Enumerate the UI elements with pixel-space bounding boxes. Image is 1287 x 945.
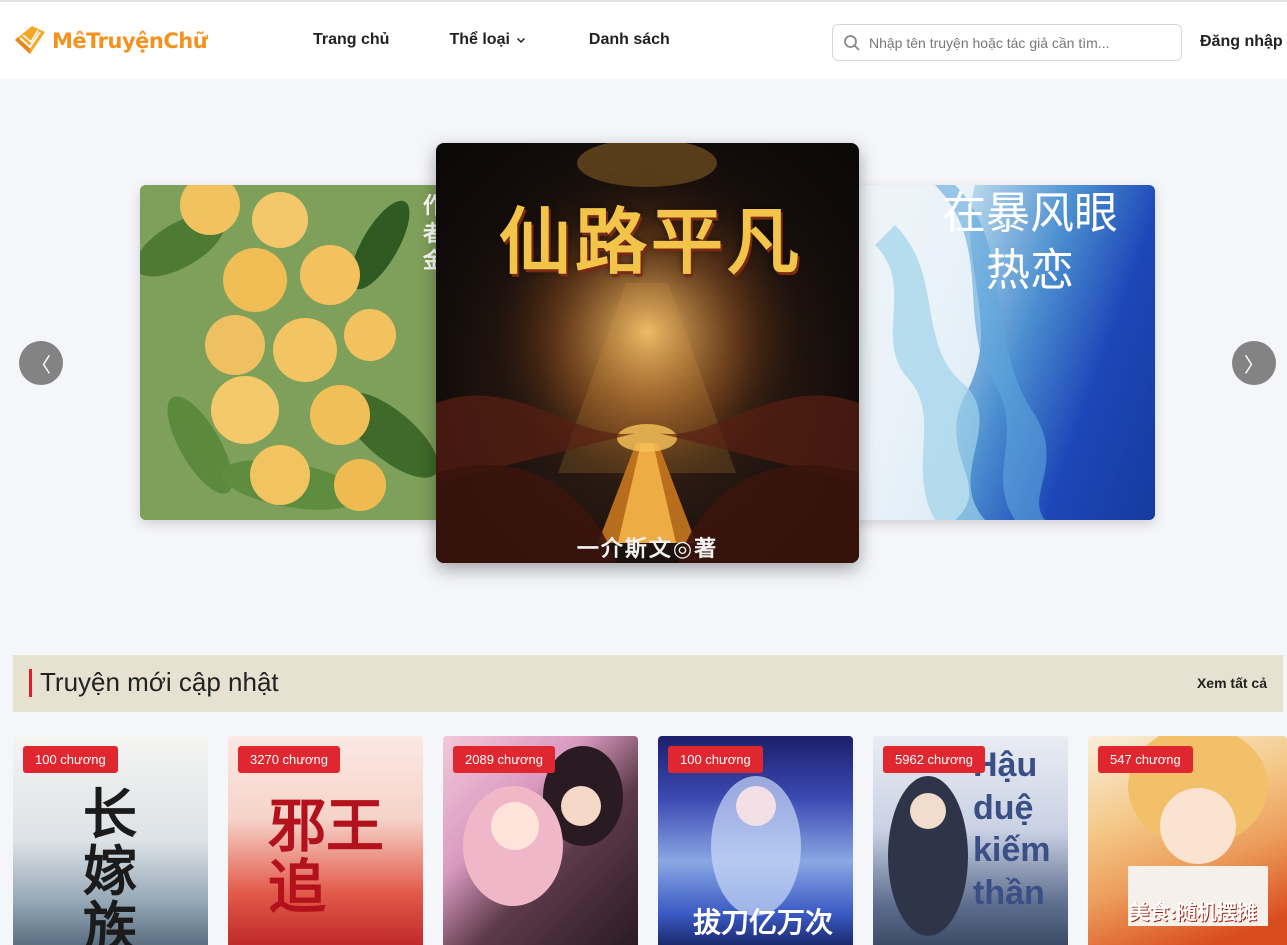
site-logo[interactable]: MêTruyệnChữ (12, 22, 208, 60)
nav-genres-dropdown[interactable]: Thể loại (449, 31, 525, 49)
main-nav: Trang chủ Thể loại Danh sách (313, 31, 670, 49)
chapter-count-badge: 100 chương (23, 746, 118, 773)
peach-tree-cover-art (140, 185, 460, 520)
search-icon[interactable] (843, 34, 861, 52)
chevron-down-icon (516, 37, 525, 44)
site-header: MêTruyệnChữ Trang chủ Thể loại Danh sách… (0, 0, 1287, 79)
nav-list-label: Danh sách (588, 31, 670, 48)
login-link[interactable]: Đăng nhập (1200, 33, 1283, 51)
center-cover-author: 一介斯文◎著 (576, 536, 719, 562)
book-card[interactable]: 长嫁族 100 chương (13, 736, 208, 945)
search-input[interactable] (869, 34, 1169, 51)
nav-home[interactable]: Trang chủ (313, 31, 389, 49)
featured-carousel: 作者金 在暴风眼热恋 仙路平凡 一介斯文◎著 〈 〉 (0, 79, 1287, 619)
book-grid: 长嫁族 100 chương 邪王追 3270 chương 2089 chươ… (13, 736, 1287, 945)
book-card[interactable]: Hậu duệ kiếm thần 5962 chương (873, 736, 1068, 945)
carousel-next-button[interactable]: 〉 (1232, 341, 1276, 385)
chapter-count-badge: 547 chương (1098, 746, 1193, 773)
book-cover-title: 拔刀亿万次 (692, 906, 833, 939)
section-title: Truyện mới cập nhật (40, 667, 279, 697)
view-all-link[interactable]: Xem tất cả (1197, 675, 1267, 691)
section-accent-bar (29, 669, 32, 697)
new-updates-section-header: Truyện mới cập nhật Xem tất cả (13, 655, 1283, 712)
chapter-count-badge: 5962 chương (883, 746, 985, 773)
book-card[interactable]: 2089 chương (443, 736, 638, 945)
book-cover-title: Hậu duệ kiếm thần (973, 746, 1051, 912)
chapter-count-badge: 2089 chương (453, 746, 555, 773)
right-cover-title: 在暴风眼热恋 (942, 188, 1118, 297)
chevron-right-icon: 〉 (1244, 354, 1264, 377)
book-card[interactable]: 邪王追 3270 chương (228, 736, 423, 945)
nav-list[interactable]: Danh sách (589, 31, 670, 49)
center-cover-title: 仙路平凡 (498, 199, 803, 284)
chapter-count-badge: 100 chương (668, 746, 763, 773)
book-cover-title: 长嫁族 (83, 782, 137, 945)
book-cover-title: 邪王追 (268, 792, 385, 921)
nav-home-label: Trang chủ (313, 31, 390, 48)
book-card[interactable]: 美食:随机摆摊 547 chương (1088, 736, 1287, 945)
carousel-slide-right[interactable]: 在暴风眼热恋 (835, 185, 1155, 520)
nav-genres-label: Thể loại (449, 31, 510, 48)
book-logo-icon (15, 26, 45, 54)
carousel-slide-center[interactable]: 仙路平凡 一介斯文◎著 (436, 143, 859, 563)
carousel-prev-button[interactable]: 〈 (19, 341, 63, 385)
search-box (832, 24, 1182, 61)
book-card[interactable]: 拔刀亿万次 100 chương (658, 736, 853, 945)
carousel-slide-left[interactable]: 作者金 (140, 185, 460, 520)
chapter-count-badge: 3270 chương (238, 746, 340, 773)
book-cover-title: 美食:随机摆摊 (1129, 900, 1257, 924)
logo-text: MêTruyệnChữ (52, 29, 208, 53)
chevron-left-icon: 〈 (31, 354, 51, 377)
